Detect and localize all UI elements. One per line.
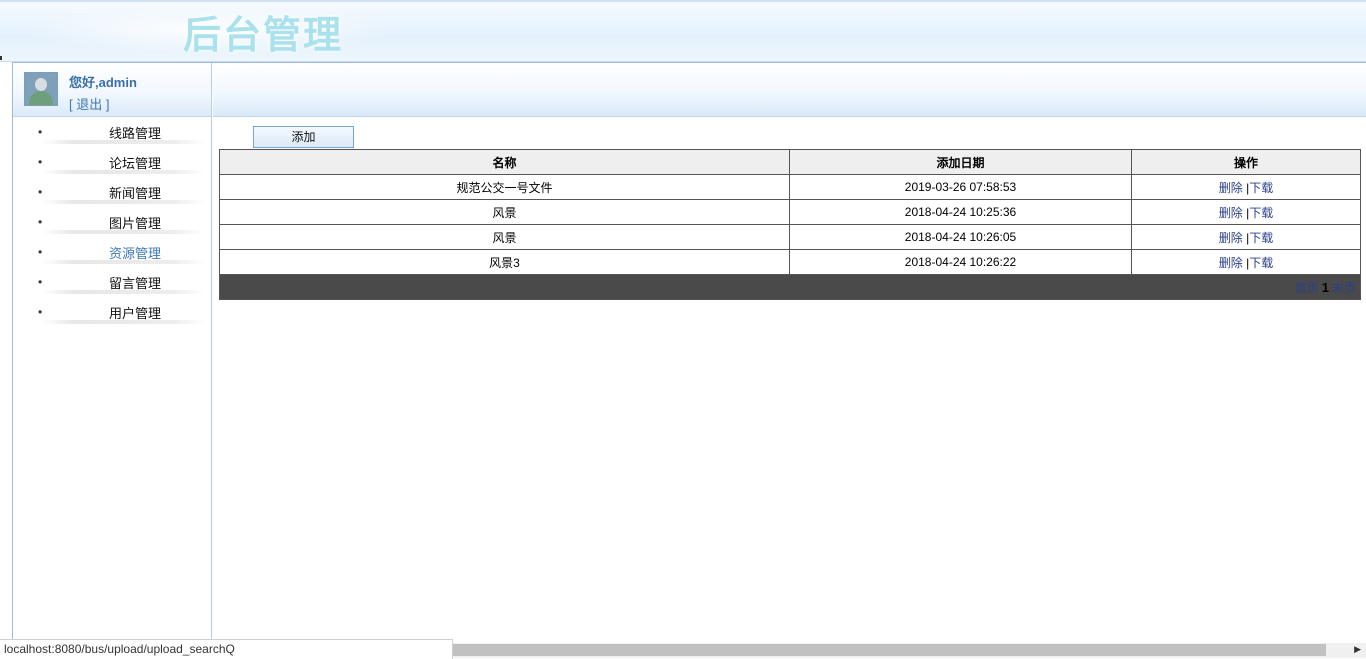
download-link[interactable]: 下载 — [1249, 206, 1273, 220]
bullet-icon: • — [38, 245, 43, 259]
table-row: 风景3 2018-04-24 10:26:22 删除 |下载 — [219, 249, 1361, 275]
bullet-icon: • — [38, 275, 43, 289]
status-bar: localhost:8080/bus/upload/upload_searchQ — [0, 639, 453, 659]
avatar — [24, 72, 58, 106]
cell-actions: 删除 |下载 — [1131, 249, 1361, 275]
column-header-date: 添加日期 — [789, 149, 1132, 175]
pager: 首页 1 末页 — [219, 274, 1361, 300]
column-header-name: 名称 — [219, 149, 790, 175]
sidebar-item-route[interactable]: • 线路管理 — [13, 117, 211, 147]
sidebar-item-news[interactable]: • 新闻管理 — [13, 177, 211, 207]
scrollbar-thumb[interactable] — [453, 644, 1326, 656]
cell-name: 风景 — [219, 199, 790, 225]
sidebar-nav: • 线路管理 • 论坛管理 • 新闻管理 • 图片管理 • 资源管理 • 留言管… — [13, 117, 211, 327]
bullet-icon: • — [38, 215, 43, 229]
user-greeting: 您好,admin — [69, 75, 137, 90]
item-shadow — [43, 290, 205, 294]
cell-actions: 删除 |下载 — [1131, 174, 1361, 200]
status-url: localhost:8080/bus/upload/upload_searchQ — [4, 642, 235, 656]
table-header-row: 名称 添加日期 操作 — [219, 149, 1361, 175]
sidebar-item-messages[interactable]: • 留言管理 — [13, 267, 211, 297]
delete-link[interactable]: 删除 — [1219, 181, 1243, 195]
avatar-head — [35, 78, 47, 91]
item-shadow — [43, 230, 205, 234]
pager-row: 首页 1 末页 — [219, 274, 1361, 300]
table-row: 风景 2018-04-24 10:25:36 删除 |下载 — [219, 199, 1361, 225]
page-title: 后台管理 — [183, 12, 344, 57]
item-shadow — [43, 320, 205, 324]
logout-link[interactable]: [ 退出 ] — [69, 94, 109, 113]
sidebar-item-images[interactable]: • 图片管理 — [13, 207, 211, 237]
item-shadow — [43, 200, 205, 204]
sidebar: 您好,admin [ 退出 ] • 线路管理 • 论坛管理 • 新闻管理 • 图… — [13, 63, 212, 639]
content-header — [213, 63, 1366, 117]
table-row: 规范公交一号文件 2019-03-26 07:58:53 删除 |下载 — [219, 174, 1361, 200]
cell-name: 规范公交一号文件 — [219, 174, 790, 200]
sidebar-item-forum[interactable]: • 论坛管理 — [13, 147, 211, 177]
item-shadow — [43, 140, 205, 144]
delete-link[interactable]: 删除 — [1219, 256, 1243, 270]
cell-name: 风景 — [219, 224, 790, 250]
header-banner: 后台管理 — [0, 0, 1366, 62]
download-link[interactable]: 下载 — [1249, 256, 1273, 270]
sidebar-item-users[interactable]: • 用户管理 — [13, 297, 211, 327]
banner-marker — [0, 56, 2, 60]
pager-current-page: 1 — [1321, 279, 1329, 295]
cell-actions: 删除 |下载 — [1131, 224, 1361, 250]
item-shadow — [43, 260, 205, 264]
horizontal-scrollbar[interactable]: ▶ — [453, 643, 1366, 658]
cell-actions: 删除 |下载 — [1131, 199, 1361, 225]
cell-name: 风景3 — [219, 249, 790, 275]
bullet-icon: • — [38, 305, 43, 319]
user-panel: 您好,admin [ 退出 ] — [13, 63, 211, 117]
banner-top-line — [0, 0, 1366, 2]
cell-date: 2018-04-24 10:26:05 — [789, 224, 1132, 250]
resource-table: 名称 添加日期 操作 规范公交一号文件 2019-03-26 07:58:53 … — [219, 149, 1361, 300]
download-link[interactable]: 下载 — [1249, 231, 1273, 245]
cell-date: 2018-04-24 10:26:22 — [789, 249, 1132, 275]
table-row: 风景 2018-04-24 10:26:05 删除 |下载 — [219, 224, 1361, 250]
delete-link[interactable]: 删除 — [1219, 231, 1243, 245]
download-link[interactable]: 下载 — [1249, 181, 1273, 195]
bullet-icon: • — [38, 185, 43, 199]
cell-date: 2019-03-26 07:58:53 — [789, 174, 1132, 200]
scroll-right-arrow-icon[interactable]: ▶ — [1354, 644, 1361, 655]
bullet-icon: • — [38, 125, 43, 139]
bullet-icon: • — [38, 155, 43, 169]
column-header-actions: 操作 — [1131, 149, 1361, 175]
pager-last-link[interactable]: 末页 — [1332, 281, 1356, 295]
add-button[interactable]: 添加 — [253, 126, 354, 148]
cell-date: 2018-04-24 10:25:36 — [789, 199, 1132, 225]
item-shadow — [43, 170, 205, 174]
delete-link[interactable]: 删除 — [1219, 206, 1243, 220]
sidebar-item-resources[interactable]: • 资源管理 — [13, 237, 211, 267]
pager-first-link[interactable]: 首页 — [1295, 281, 1319, 295]
avatar-body — [29, 91, 53, 105]
